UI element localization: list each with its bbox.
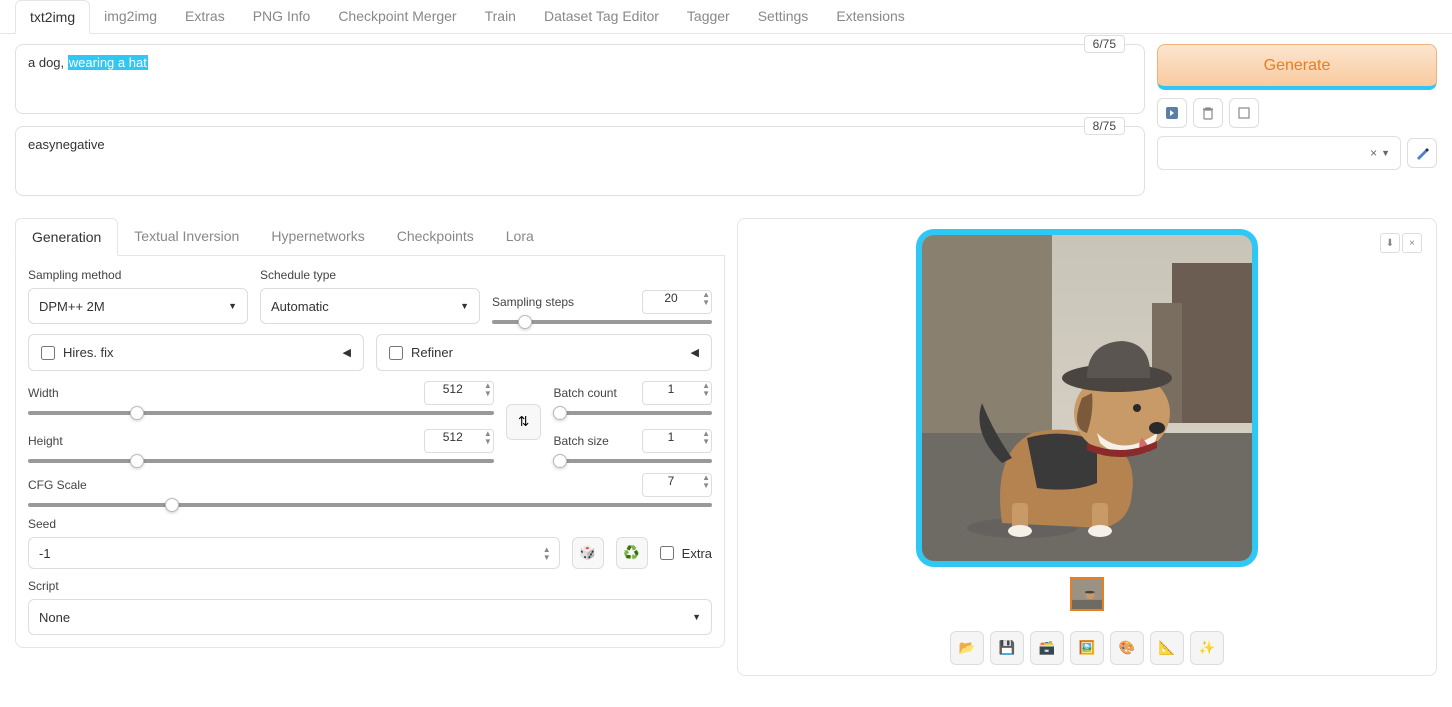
download-icon[interactable]: ⬇: [1380, 233, 1400, 253]
sampling-method-select[interactable]: DPM++ 2M▼: [28, 288, 248, 324]
tab-txt2img[interactable]: txt2img: [15, 0, 90, 34]
neg-token-count: 8/75: [1084, 117, 1125, 135]
tab-checkpoint-merger[interactable]: Checkpoint Merger: [324, 0, 470, 33]
reuse-seed-button[interactable]: ♻️: [616, 537, 648, 569]
output-thumbnail[interactable]: [1070, 577, 1104, 611]
zip-button[interactable]: 🗃️: [1030, 631, 1064, 665]
tab-extensions[interactable]: Extensions: [822, 0, 918, 33]
generate-button[interactable]: Generate: [1157, 44, 1437, 90]
steps-slider[interactable]: [492, 320, 712, 324]
upscale-button[interactable]: ✨: [1190, 631, 1224, 665]
negative-prompt-input[interactable]: easynegative: [15, 126, 1145, 196]
width-label: Width: [28, 386, 59, 400]
hires-expand-icon: ◀: [343, 346, 351, 359]
script-select[interactable]: None▼: [28, 599, 712, 635]
clear-button[interactable]: [1193, 98, 1223, 128]
generation-sub-tabs: Generation Textual Inversion Hypernetwor…: [15, 218, 725, 256]
open-folder-button[interactable]: 📂: [950, 631, 984, 665]
tab-settings[interactable]: Settings: [744, 0, 823, 33]
save-button[interactable]: 💾: [990, 631, 1024, 665]
sampling-method-label: Sampling method: [28, 268, 248, 282]
tab-tagger[interactable]: Tagger: [673, 0, 744, 33]
subtab-lora[interactable]: Lora: [490, 218, 550, 255]
schedule-label: Schedule type: [260, 268, 480, 282]
batch-count-label: Batch count: [553, 386, 616, 400]
prompt-input[interactable]: a dog, wearing a hat: [15, 44, 1145, 114]
hires-panel[interactable]: Hires. fix ◀: [28, 334, 364, 371]
main-tabs: txt2img img2img Extras PNG Info Checkpoi…: [0, 0, 1452, 34]
output-actions: 📂 💾 🗃️ 🖼️ 🎨 📐 ✨: [950, 631, 1224, 665]
refiner-panel[interactable]: Refiner ◀: [376, 334, 712, 371]
tab-extras[interactable]: Extras: [171, 0, 239, 33]
send-inpaint-button[interactable]: 🎨: [1110, 631, 1144, 665]
seed-input[interactable]: -1▲▼: [28, 537, 560, 569]
output-panel: ⬇ ×: [737, 218, 1437, 676]
height-label: Height: [28, 434, 63, 448]
random-seed-button[interactable]: 🎲: [572, 537, 604, 569]
batch-size-label: Batch size: [553, 434, 608, 448]
cfg-label: CFG Scale: [28, 478, 87, 492]
subtab-hypernetworks[interactable]: Hypernetworks: [255, 218, 380, 255]
interrogate-button[interactable]: [1157, 98, 1187, 128]
extra-networks-button[interactable]: [1229, 98, 1259, 128]
prompt-token-count: 6/75: [1084, 35, 1125, 53]
cfg-slider[interactable]: [28, 503, 712, 507]
swap-dimensions-button[interactable]: ⇅: [506, 404, 542, 440]
subtab-checkpoints[interactable]: Checkpoints: [381, 218, 490, 255]
script-label: Script: [28, 579, 712, 593]
output-image[interactable]: [916, 229, 1258, 567]
subtab-textual-inversion[interactable]: Textual Inversion: [118, 218, 255, 255]
batch-count-slider[interactable]: [553, 411, 712, 415]
schedule-select[interactable]: Automatic▼: [260, 288, 480, 324]
refiner-expand-icon: ◀: [691, 346, 699, 359]
steps-label: Sampling steps: [492, 295, 574, 309]
refiner-checkbox[interactable]: [389, 346, 403, 360]
batch-size-slider[interactable]: [553, 459, 712, 463]
height-slider[interactable]: [28, 459, 494, 463]
tab-pnginfo[interactable]: PNG Info: [239, 0, 325, 33]
hires-checkbox[interactable]: [41, 346, 55, 360]
tab-dataset-tag[interactable]: Dataset Tag Editor: [530, 0, 673, 33]
close-icon[interactable]: ×: [1402, 233, 1422, 253]
send-img2img-button[interactable]: 🖼️: [1070, 631, 1104, 665]
width-slider[interactable]: [28, 411, 494, 415]
seed-label: Seed: [28, 517, 712, 531]
apply-style-button[interactable]: [1407, 138, 1437, 168]
styles-select[interactable]: ×▼: [1157, 136, 1401, 170]
extra-checkbox[interactable]: [660, 546, 674, 560]
send-extras-button[interactable]: 📐: [1150, 631, 1184, 665]
subtab-generation[interactable]: Generation: [15, 218, 118, 256]
tab-img2img[interactable]: img2img: [90, 0, 171, 33]
tab-train[interactable]: Train: [471, 0, 530, 33]
